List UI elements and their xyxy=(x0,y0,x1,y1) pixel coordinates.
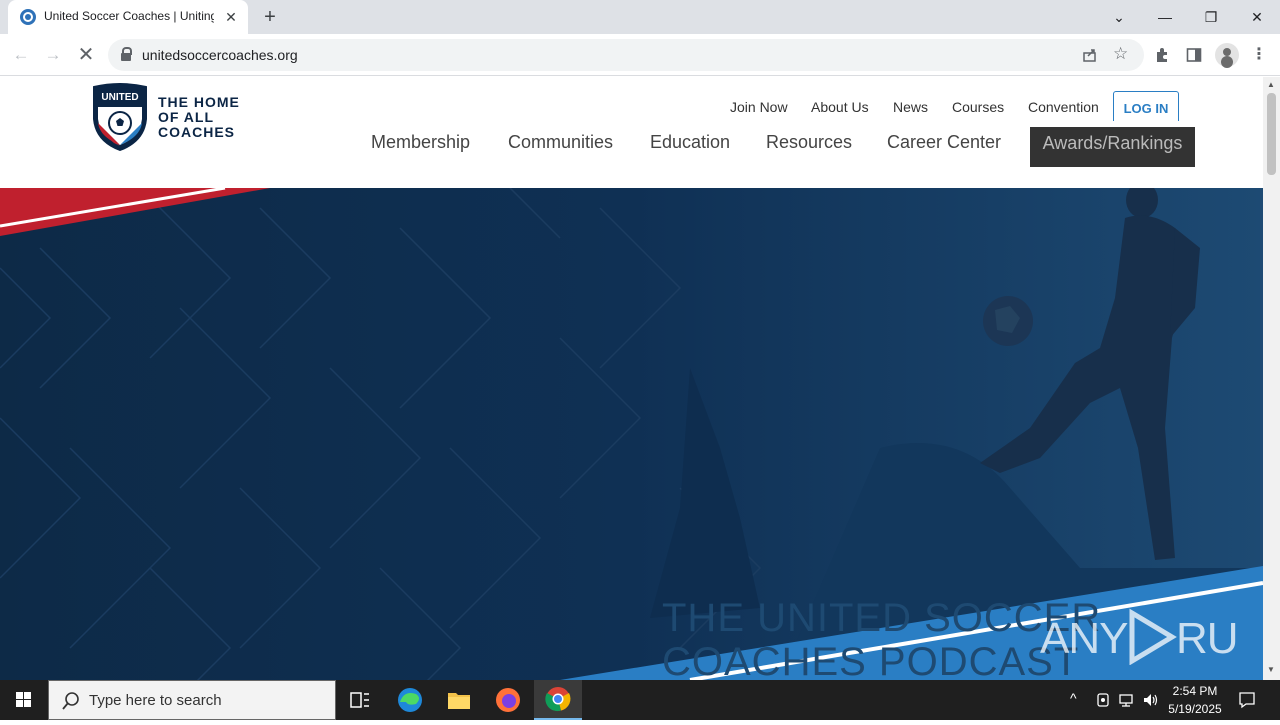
web-page: UNITED THE HOME OF ALL COACHES Join Now … xyxy=(0,77,1263,680)
podcast-heading[interactable]: THE UNITED SOCCER COACHES PODCAST xyxy=(662,596,1101,680)
clock-time[interactable]: 2:54 PM xyxy=(1160,684,1230,698)
site-header: UNITED THE HOME OF ALL COACHES Join Now … xyxy=(0,77,1263,188)
nav-education[interactable]: Education xyxy=(650,132,730,153)
windows-logo-icon xyxy=(16,692,31,707)
page-scrollbar[interactable]: ▲ ▼ xyxy=(1263,77,1280,680)
site-favicon-icon xyxy=(20,9,36,25)
tab-strip: United Soccer Coaches | Uniting ✕ + ⌄ — … xyxy=(0,0,1280,34)
login-button[interactable]: LOG IN xyxy=(1113,91,1179,121)
nav-courses[interactable]: Courses xyxy=(952,99,1004,115)
forward-arrow-icon[interactable]: → xyxy=(40,42,66,68)
svg-text:ANY: ANY xyxy=(1040,614,1128,663)
nav-convention[interactable]: Convention xyxy=(1028,99,1099,115)
stop-loading-icon[interactable]: ✕ xyxy=(73,42,99,68)
nav-membership[interactable]: Membership xyxy=(371,132,470,153)
utility-nav: Join Now About Us News Courses Conventio… xyxy=(730,91,1190,121)
extensions-puzzle-icon[interactable] xyxy=(1154,47,1170,63)
share-icon[interactable] xyxy=(1082,47,1098,63)
minimize-button[interactable]: — xyxy=(1142,2,1188,32)
start-button[interactable] xyxy=(0,680,48,720)
new-tab-button[interactable]: + xyxy=(258,5,282,29)
taskbar-search-box[interactable]: Type here to search xyxy=(48,680,336,720)
tab-close-icon[interactable]: ✕ xyxy=(222,8,240,26)
chrome-icon xyxy=(545,687,571,712)
scroll-thumb[interactable] xyxy=(1267,93,1276,175)
scroll-up-icon[interactable]: ▲ xyxy=(1267,80,1275,89)
clock-date[interactable]: 5/19/2025 xyxy=(1160,702,1230,716)
show-hidden-icons-chevron-icon[interactable]: ^ xyxy=(1070,690,1077,706)
lock-icon[interactable] xyxy=(120,47,132,63)
task-view-icon[interactable] xyxy=(336,680,384,720)
firefox-icon[interactable] xyxy=(484,680,532,720)
nav-communities[interactable]: Communities xyxy=(508,132,613,153)
url-text[interactable]: unitedsoccercoaches.org xyxy=(142,47,298,63)
device-icon[interactable] xyxy=(1095,692,1111,708)
restore-button[interactable]: ❐ xyxy=(1188,2,1234,32)
site-tagline: THE HOME OF ALL COACHES xyxy=(158,94,240,140)
side-panel-icon[interactable] xyxy=(1186,47,1202,63)
nav-news[interactable]: News xyxy=(893,99,928,115)
menu-kebab-icon[interactable]: ⋮ xyxy=(1246,42,1272,68)
profile-avatar[interactable] xyxy=(1215,43,1239,67)
nav-join-now[interactable]: Join Now xyxy=(730,99,788,115)
volume-icon[interactable] xyxy=(1142,692,1160,708)
svg-text:RUN: RUN xyxy=(1176,614,1240,663)
united-soccer-coaches-logo[interactable]: UNITED xyxy=(92,83,148,151)
browser-toolbar: ← → ✕ unitedsoccercoaches.org ☆ ⋮ xyxy=(0,34,1280,76)
notification-center-icon[interactable] xyxy=(1238,691,1256,709)
search-placeholder[interactable]: Type here to search xyxy=(89,692,222,709)
back-arrow-icon[interactable]: ← xyxy=(8,42,34,68)
svg-text:UNITED: UNITED xyxy=(101,92,138,103)
bookmark-star-icon[interactable]: ☆ xyxy=(1113,44,1128,64)
scroll-down-icon[interactable]: ▼ xyxy=(1267,665,1275,674)
window-close-button[interactable]: ✕ xyxy=(1234,2,1280,32)
edge-browser-icon[interactable] xyxy=(386,680,434,720)
awards-rankings-button[interactable]: Awards/Rankings xyxy=(1030,127,1195,167)
browser-tab[interactable]: United Soccer Coaches | Uniting ✕ xyxy=(8,0,248,34)
windows-taskbar: Type here to search ^ 2:54 PM 5/19/2025 xyxy=(0,680,1280,720)
nav-career-center[interactable]: Career Center xyxy=(887,132,1001,153)
file-explorer-icon[interactable] xyxy=(435,680,483,720)
nav-resources[interactable]: Resources xyxy=(766,132,852,153)
anyrun-watermark-logo: ANY RUN xyxy=(1040,608,1240,665)
search-icon xyxy=(62,692,79,710)
address-bar[interactable]: unitedsoccercoaches.org ☆ xyxy=(108,39,1144,71)
tab-title: United Soccer Coaches | Uniting xyxy=(44,9,214,23)
nav-about-us[interactable]: About Us xyxy=(811,99,869,115)
tab-search-button[interactable]: ⌄ xyxy=(1096,2,1142,32)
network-icon[interactable] xyxy=(1118,692,1136,708)
chrome-taskbar-button[interactable] xyxy=(534,680,582,720)
